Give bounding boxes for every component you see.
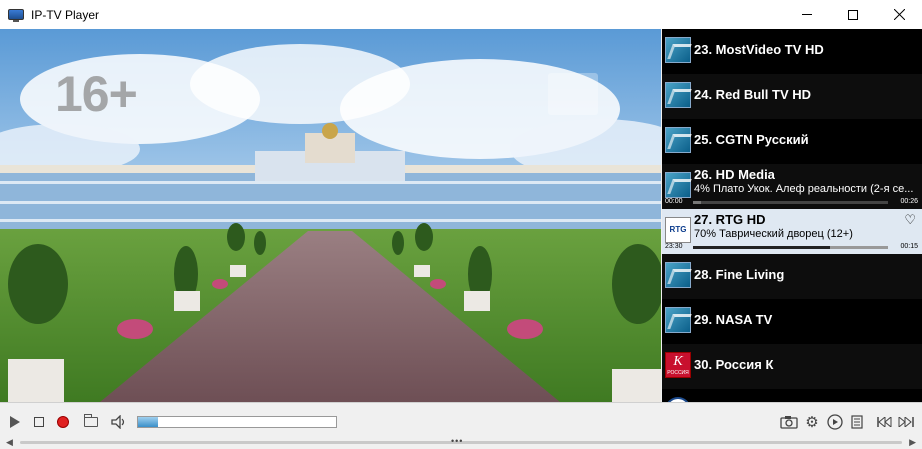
channel-playlist[interactable]: 23. MostVideo TV HD 24. Red Bull TV HD 25.… (662, 29, 922, 402)
channel-list-item[interactable]: 26. HD Media 4% Плато Укок. Алеф реальнос… (662, 164, 922, 209)
current-program: 4% Плато Укок. Алеф реальности (2-я се..… (694, 183, 914, 195)
channel-name: 23. MostVideo TV HD (694, 42, 824, 57)
play-icon (10, 416, 20, 428)
channel-list-item[interactable]: 29. NASA TV (662, 299, 922, 344)
maximize-button[interactable] (830, 0, 876, 29)
volume-level (138, 417, 158, 427)
age-rating-badge: 16+ (55, 66, 138, 122)
channel-info-button[interactable] (826, 413, 844, 431)
speaker-icon (111, 415, 125, 429)
stop-button[interactable] (30, 413, 48, 431)
camera-icon (780, 416, 798, 429)
program-progress-fill (693, 246, 830, 249)
next-channel-button[interactable] (897, 413, 915, 431)
stop-icon (34, 417, 44, 427)
record-button[interactable] (54, 413, 72, 431)
channel-watermark-icon (548, 73, 598, 115)
scroll-left-icon[interactable]: ◀ (6, 437, 13, 448)
settings-button[interactable]: ⚙ (803, 413, 821, 431)
title-bar: IP-TV Player (0, 0, 922, 29)
close-button[interactable] (876, 0, 922, 29)
channel-default-icon (665, 172, 691, 198)
channel-name: 25. CGTN Русский (694, 132, 809, 147)
channel-name: 28. Fine Living (694, 267, 785, 282)
video-display[interactable]: 16+ (0, 29, 661, 402)
channel-list-item[interactable]: 24. Red Bull TV HD (662, 74, 922, 119)
channel-default-icon (665, 82, 691, 108)
rossiya-k-logo: К РОССИЯ (665, 352, 691, 378)
rtg-logo-text: RTG (669, 225, 687, 234)
mute-button[interactable] (110, 413, 128, 431)
previous-icon (877, 417, 892, 427)
channel-list-item[interactable]: 23. MostVideo TV HD (662, 29, 922, 74)
program-progress-bar (693, 246, 888, 249)
channel-name: 27. RTG HD (694, 212, 766, 227)
channel-list-item[interactable]: К РОССИЯ 30. Россия К (662, 344, 922, 389)
next-icon (898, 417, 914, 427)
circle-play-icon (827, 414, 843, 430)
maximize-icon (848, 9, 858, 20)
channel-default-icon (665, 37, 691, 63)
close-icon (893, 9, 905, 20)
program-end-time: 00:26 (900, 198, 918, 205)
previous-channel-button[interactable] (876, 413, 894, 431)
channel-list-item[interactable]: 28. Fine Living (662, 254, 922, 299)
program-end-time: 00:15 (900, 243, 918, 250)
channel-name: 30. Россия К (694, 357, 774, 372)
rossiya-k-logo-letter: К (673, 354, 683, 369)
record-icon (57, 416, 69, 428)
channel-list-item[interactable]: RTG 27. RTG HD 70% Таврический дворец (12+… (662, 209, 922, 254)
window-title: IP-TV Player (31, 7, 100, 22)
playlist-button[interactable] (848, 413, 866, 431)
volume-slider[interactable] (137, 416, 337, 428)
rtg-logo: RTG (665, 217, 691, 243)
channel-name: 29. NASA TV (694, 312, 773, 327)
program-start-time: 23:30 (665, 243, 683, 250)
open-folder-icon (84, 414, 98, 427)
channel-default-icon (665, 262, 691, 288)
program-progress-fill (693, 201, 701, 204)
tv-app-icon (8, 8, 24, 22)
settings-icon: ⚙ (805, 413, 819, 431)
channel-list-item[interactable]: 25. CGTN Русский (662, 119, 922, 164)
player-controls: ⚙ ◀ ••• ▶ (0, 402, 922, 449)
program-start-time: 00:00 (665, 198, 683, 205)
seek-scrollbar[interactable]: ◀ ••• ▶ (6, 436, 916, 448)
scroll-right-icon[interactable]: ▶ (909, 437, 916, 448)
snapshot-button[interactable] (780, 413, 798, 431)
scroll-thumb-grip-icon[interactable]: ••• (451, 436, 463, 446)
heart-icon[interactable]: ♡ (904, 212, 916, 228)
playlist-icon (851, 415, 863, 429)
app-window: IP-TV Player 16+ 23. MostVideo TV HD 24.… (0, 0, 922, 449)
channel-name: 24. Red Bull TV HD (694, 87, 812, 102)
open-file-button[interactable] (82, 413, 100, 431)
program-progress-bar (693, 201, 888, 204)
play-button[interactable] (6, 413, 24, 431)
channel-list-item[interactable]: 31. Моя Планета (662, 389, 922, 402)
minimize-icon (802, 14, 812, 15)
current-program: 70% Таврический дворец (12+) (694, 228, 853, 240)
channel-default-icon (665, 307, 691, 333)
channel-name: 26. HD Media (694, 167, 775, 182)
minimize-button[interactable] (784, 0, 830, 29)
channel-default-icon (665, 127, 691, 153)
rossiya-k-logo-subtext: РОССИЯ (667, 370, 689, 376)
